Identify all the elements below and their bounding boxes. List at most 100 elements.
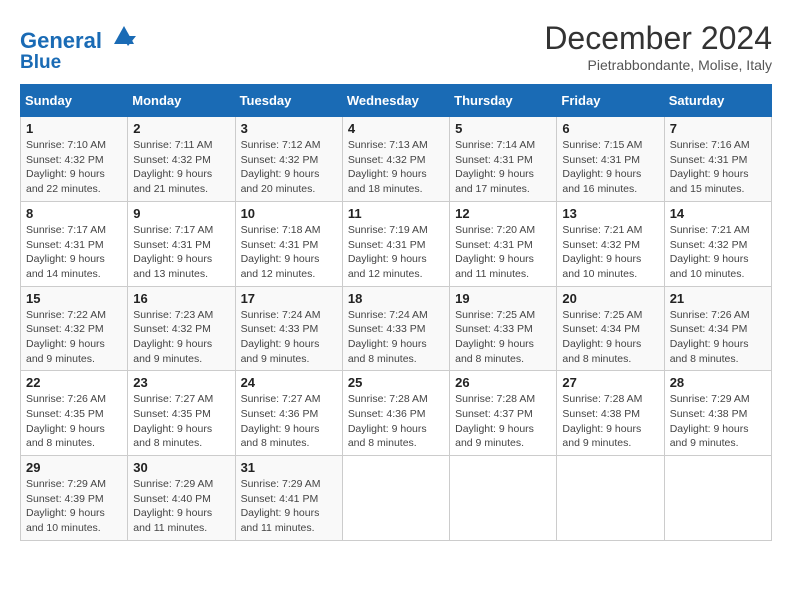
calendar-cell: 23 Sunrise: 7:27 AMSunset: 4:35 PMDayligh…	[128, 371, 235, 456]
calendar-cell: 7Sunrise: 7:16 AMSunset: 4:31 PMDaylight…	[664, 117, 771, 202]
cell-details: Sunrise: 7:11 AMSunset: 4:32 PMDaylight:…	[133, 138, 229, 197]
calendar-cell	[450, 456, 557, 541]
week-row-5: 29 Sunrise: 7:29 AMSunset: 4:39 PMDayligh…	[21, 456, 772, 541]
cell-details: Sunrise: 7:28 AMSunset: 4:37 PMDaylight:…	[455, 392, 551, 451]
calendar-cell	[342, 456, 449, 541]
calendar-cell	[557, 456, 664, 541]
day-number: 5	[455, 121, 551, 136]
calendar-cell: 17 Sunrise: 7:24 AMSunset: 4:33 PMDayligh…	[235, 286, 342, 371]
calendar-cell: 28Sunrise: 7:29 AMSunset: 4:38 PMDayligh…	[664, 371, 771, 456]
logo-text: General	[20, 20, 138, 53]
day-number: 29	[26, 460, 122, 475]
calendar-cell: 14Sunrise: 7:21 AMSunset: 4:32 PMDayligh…	[664, 201, 771, 286]
calendar-cell: 26 Sunrise: 7:28 AMSunset: 4:37 PMDayligh…	[450, 371, 557, 456]
cell-details: Sunrise: 7:28 AMSunset: 4:36 PMDaylight:…	[348, 392, 444, 451]
day-number: 6	[562, 121, 658, 136]
day-number: 20	[562, 291, 658, 306]
day-number: 8	[26, 206, 122, 221]
cell-details: Sunrise: 7:28 AMSunset: 4:38 PMDaylight:…	[562, 392, 658, 451]
day-header-wednesday: Wednesday	[342, 85, 449, 117]
cell-details: Sunrise: 7:29 AMSunset: 4:39 PMDaylight:…	[26, 477, 122, 536]
cell-details: Sunrise: 7:15 AMSunset: 4:31 PMDaylight:…	[562, 138, 658, 197]
day-number: 14	[670, 206, 766, 221]
calendar-cell: 3Sunrise: 7:12 AMSunset: 4:32 PMDaylight…	[235, 117, 342, 202]
calendar-cell: 27 Sunrise: 7:28 AMSunset: 4:38 PMDayligh…	[557, 371, 664, 456]
calendar-cell: 4 Sunrise: 7:13 AMSunset: 4:32 PMDaylight…	[342, 117, 449, 202]
cell-details: Sunrise: 7:13 AMSunset: 4:32 PMDaylight:…	[348, 138, 444, 197]
cell-details: Sunrise: 7:17 AMSunset: 4:31 PMDaylight:…	[26, 223, 122, 282]
calendar-cell: 15 Sunrise: 7:22 AMSunset: 4:32 PMDayligh…	[21, 286, 128, 371]
calendar-cell: 10 Sunrise: 7:18 AMSunset: 4:31 PMDayligh…	[235, 201, 342, 286]
cell-details: Sunrise: 7:27 AMSunset: 4:35 PMDaylight:…	[133, 392, 229, 451]
cell-details: Sunrise: 7:25 AMSunset: 4:34 PMDaylight:…	[562, 308, 658, 367]
calendar-cell: 22 Sunrise: 7:26 AMSunset: 4:35 PMDayligh…	[21, 371, 128, 456]
calendar-body: 1Sunrise: 7:10 AMSunset: 4:32 PMDaylight…	[21, 117, 772, 541]
day-number: 16	[133, 291, 229, 306]
calendar-cell: 6 Sunrise: 7:15 AMSunset: 4:31 PMDaylight…	[557, 117, 664, 202]
calendar-cell: 2 Sunrise: 7:11 AMSunset: 4:32 PMDaylight…	[128, 117, 235, 202]
day-number: 25	[348, 375, 444, 390]
calendar-subtitle: Pietrabbondante, Molise, Italy	[544, 57, 772, 73]
calendar-cell: 13Sunrise: 7:21 AMSunset: 4:32 PMDayligh…	[557, 201, 664, 286]
calendar-cell: 21Sunrise: 7:26 AMSunset: 4:34 PMDayligh…	[664, 286, 771, 371]
calendar-cell: 24Sunrise: 7:27 AMSunset: 4:36 PMDayligh…	[235, 371, 342, 456]
calendar-header-row: SundayMondayTuesdayWednesdayThursdayFrid…	[21, 85, 772, 117]
day-number: 26	[455, 375, 551, 390]
cell-details: Sunrise: 7:26 AMSunset: 4:35 PMDaylight:…	[26, 392, 122, 451]
calendar-table: SundayMondayTuesdayWednesdayThursdayFrid…	[20, 84, 772, 541]
cell-details: Sunrise: 7:20 AMSunset: 4:31 PMDaylight:…	[455, 223, 551, 282]
logo-line2: Blue	[20, 53, 138, 74]
day-number: 4	[348, 121, 444, 136]
day-header-thursday: Thursday	[450, 85, 557, 117]
day-number: 22	[26, 375, 122, 390]
day-number: 19	[455, 291, 551, 306]
day-number: 10	[241, 206, 337, 221]
cell-details: Sunrise: 7:12 AMSunset: 4:32 PMDaylight:…	[241, 138, 337, 197]
calendar-cell: 5 Sunrise: 7:14 AMSunset: 4:31 PMDaylight…	[450, 117, 557, 202]
calendar-cell: 9 Sunrise: 7:17 AMSunset: 4:31 PMDaylight…	[128, 201, 235, 286]
week-row-3: 15 Sunrise: 7:22 AMSunset: 4:32 PMDayligh…	[21, 286, 772, 371]
calendar-cell: 20 Sunrise: 7:25 AMSunset: 4:34 PMDayligh…	[557, 286, 664, 371]
cell-details: Sunrise: 7:10 AMSunset: 4:32 PMDaylight:…	[26, 138, 122, 197]
day-number: 2	[133, 121, 229, 136]
day-number: 9	[133, 206, 229, 221]
cell-details: Sunrise: 7:25 AMSunset: 4:33 PMDaylight:…	[455, 308, 551, 367]
calendar-cell: 12 Sunrise: 7:20 AMSunset: 4:31 PMDayligh…	[450, 201, 557, 286]
header: General Blue December 2024 Pietrabbondan…	[20, 20, 772, 74]
cell-details: Sunrise: 7:14 AMSunset: 4:31 PMDaylight:…	[455, 138, 551, 197]
calendar-cell: 8 Sunrise: 7:17 AMSunset: 4:31 PMDaylight…	[21, 201, 128, 286]
cell-details: Sunrise: 7:24 AMSunset: 4:33 PMDaylight:…	[348, 308, 444, 367]
cell-details: Sunrise: 7:16 AMSunset: 4:31 PMDaylight:…	[670, 138, 766, 197]
cell-details: Sunrise: 7:17 AMSunset: 4:31 PMDaylight:…	[133, 223, 229, 282]
calendar-cell: 11Sunrise: 7:19 AMSunset: 4:31 PMDayligh…	[342, 201, 449, 286]
cell-details: Sunrise: 7:29 AMSunset: 4:40 PMDaylight:…	[133, 477, 229, 536]
cell-details: Sunrise: 7:19 AMSunset: 4:31 PMDaylight:…	[348, 223, 444, 282]
calendar-cell: 16Sunrise: 7:23 AMSunset: 4:32 PMDayligh…	[128, 286, 235, 371]
cell-details: Sunrise: 7:24 AMSunset: 4:33 PMDaylight:…	[241, 308, 337, 367]
day-number: 18	[348, 291, 444, 306]
cell-details: Sunrise: 7:29 AMSunset: 4:41 PMDaylight:…	[241, 477, 337, 536]
day-number: 31	[241, 460, 337, 475]
day-header-sunday: Sunday	[21, 85, 128, 117]
title-area: December 2024 Pietrabbondante, Molise, I…	[544, 20, 772, 73]
day-number: 30	[133, 460, 229, 475]
day-header-tuesday: Tuesday	[235, 85, 342, 117]
cell-details: Sunrise: 7:18 AMSunset: 4:31 PMDaylight:…	[241, 223, 337, 282]
cell-details: Sunrise: 7:22 AMSunset: 4:32 PMDaylight:…	[26, 308, 122, 367]
calendar-title: December 2024	[544, 20, 772, 57]
week-row-1: 1Sunrise: 7:10 AMSunset: 4:32 PMDaylight…	[21, 117, 772, 202]
day-number: 12	[455, 206, 551, 221]
day-number: 13	[562, 206, 658, 221]
calendar-cell: 31 Sunrise: 7:29 AMSunset: 4:41 PMDayligh…	[235, 456, 342, 541]
day-number: 17	[241, 291, 337, 306]
calendar-cell: 19 Sunrise: 7:25 AMSunset: 4:33 PMDayligh…	[450, 286, 557, 371]
day-header-monday: Monday	[128, 85, 235, 117]
calendar-cell: 1Sunrise: 7:10 AMSunset: 4:32 PMDaylight…	[21, 117, 128, 202]
day-number: 15	[26, 291, 122, 306]
day-number: 23	[133, 375, 229, 390]
day-number: 28	[670, 375, 766, 390]
day-number: 27	[562, 375, 658, 390]
day-number: 21	[670, 291, 766, 306]
calendar-cell: 18 Sunrise: 7:24 AMSunset: 4:33 PMDayligh…	[342, 286, 449, 371]
cell-details: Sunrise: 7:27 AMSunset: 4:36 PMDaylight:…	[241, 392, 337, 451]
